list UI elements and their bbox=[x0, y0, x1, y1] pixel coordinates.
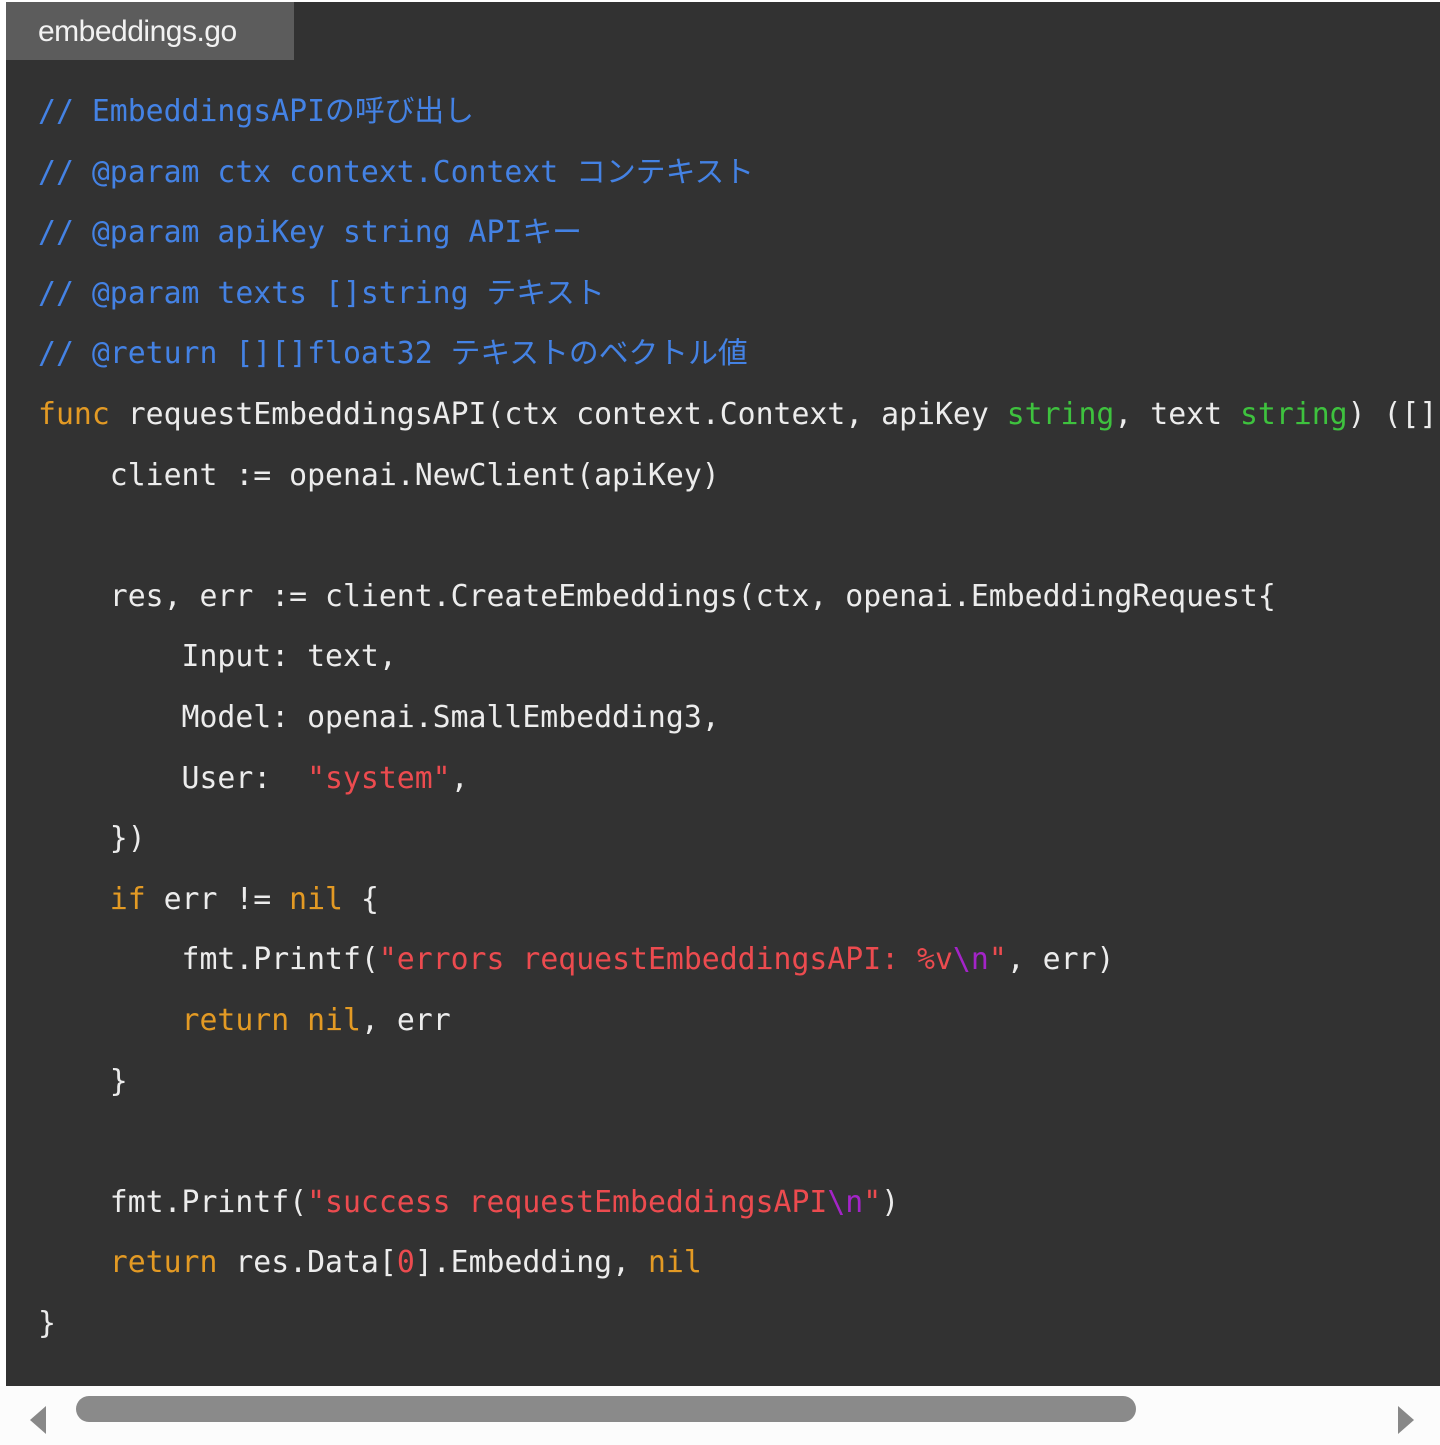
code-line: fmt.Printf("errors requestEmbeddingsAPI:… bbox=[38, 930, 1440, 991]
keyword-token: func bbox=[38, 396, 110, 432]
string-token: " bbox=[988, 942, 1007, 978]
code-line: // @param ctx context.Context コンテキスト bbox=[38, 143, 1440, 204]
code-text-token: res, err := client.CreateEmbeddings(ctx,… bbox=[38, 578, 1276, 614]
string-token: "errors requestEmbeddingsAPI: %v bbox=[378, 942, 953, 978]
code-line: return nil, err bbox=[38, 991, 1440, 1052]
keyword-token: return bbox=[181, 1002, 290, 1038]
code-line: } bbox=[38, 1052, 1440, 1113]
code-text-token: client := openai.NewClient(apiKey) bbox=[38, 457, 720, 493]
comment-token: // EmbeddingsAPIの呼び出し bbox=[38, 94, 475, 129]
escape-token: \n bbox=[827, 1184, 864, 1220]
code-text-token: } bbox=[38, 1305, 56, 1341]
code-text-token: { bbox=[343, 881, 379, 917]
code-text-token: ].Embedding, bbox=[414, 1245, 648, 1281]
keyword-token: nil bbox=[289, 881, 343, 917]
code-line: User: "system", bbox=[38, 749, 1440, 810]
keyword-token: if bbox=[109, 881, 146, 917]
type-token: string bbox=[1239, 396, 1348, 432]
comment-token: // @return [][]float32 テキストのベクトル値 bbox=[38, 336, 748, 372]
code-text-token: requestEmbeddingsAPI(ctx context.Context… bbox=[109, 396, 1007, 432]
code-line: Model: openai.SmallEmbedding3, bbox=[38, 688, 1440, 749]
code-text-token: Model: openai.SmallEmbedding3, bbox=[38, 699, 720, 735]
keyword-token: return bbox=[109, 1245, 218, 1281]
code-text-token: err != bbox=[145, 881, 290, 917]
string-token: " bbox=[863, 1184, 882, 1220]
code-line: res, err := client.CreateEmbeddings(ctx,… bbox=[38, 567, 1440, 628]
code-line: // @param texts []string テキスト bbox=[38, 264, 1440, 325]
keyword-token: nil bbox=[307, 1002, 361, 1038]
code-line: // @return [][]float32 テキストのベクトル値 bbox=[38, 324, 1440, 385]
escape-token: \n bbox=[952, 942, 989, 978]
comment-token: // @param ctx context.Context コンテキスト bbox=[38, 154, 755, 190]
code-line: func requestEmbeddingsAPI(ctx context.Co… bbox=[38, 385, 1440, 446]
comment-token: // @param apiKey string APIキー bbox=[38, 215, 582, 251]
horizontal-scrollbar[interactable] bbox=[0, 1386, 1440, 1445]
code-line: Input: text, bbox=[38, 627, 1440, 688]
code-text-token: , err bbox=[360, 1002, 451, 1038]
code-line: // @param apiKey string APIキー bbox=[38, 203, 1440, 264]
code-text-token: } bbox=[38, 1063, 128, 1099]
file-tab[interactable]: embeddings.go bbox=[6, 2, 294, 60]
code-text-token: res.Data[ bbox=[217, 1245, 397, 1281]
scroll-right-arrow-icon[interactable] bbox=[1398, 1406, 1414, 1434]
type-token: string bbox=[1006, 396, 1115, 432]
code-line: // EmbeddingsAPIの呼び出し bbox=[38, 82, 1440, 143]
keyword-token: nil bbox=[647, 1245, 702, 1281]
code-text-token: , err) bbox=[1006, 942, 1115, 978]
code-block: embeddings.go // EmbeddingsAPIの呼び出し // @p… bbox=[6, 2, 1440, 1386]
code-line: return res.Data[0].Embedding, nil bbox=[38, 1233, 1440, 1294]
code-text-token: }) bbox=[38, 821, 146, 857]
code-line: client := openai.NewClient(apiKey) bbox=[38, 446, 1440, 507]
code-line: } bbox=[38, 1294, 1440, 1355]
code-line: fmt.Printf("success requestEmbeddingsAPI… bbox=[38, 1173, 1440, 1234]
code-text-token: Input: text, bbox=[38, 639, 397, 675]
scroll-left-arrow-icon[interactable] bbox=[30, 1406, 46, 1434]
code-line: }) bbox=[38, 809, 1440, 870]
code-text-token: ) ([][]float32, error) { bbox=[1347, 396, 1440, 432]
number-token: 0 bbox=[396, 1245, 415, 1281]
code-text-token: , bbox=[450, 760, 469, 796]
code-content: // EmbeddingsAPIの呼び出し // @param ctx conte… bbox=[38, 82, 1440, 1354]
code-text-token: fmt.Printf( bbox=[38, 1184, 308, 1220]
code-text-token: User: bbox=[38, 760, 308, 796]
comment-token: // @param texts []string テキスト bbox=[38, 275, 605, 311]
string-token: "success requestEmbeddingsAPI bbox=[307, 1184, 828, 1220]
string-token: "system" bbox=[307, 760, 451, 796]
scrollbar-thumb[interactable] bbox=[76, 1396, 1136, 1422]
code-text-token: ) bbox=[881, 1184, 900, 1220]
code-line: if err != nil { bbox=[38, 870, 1440, 931]
code-text-token: , text bbox=[1114, 396, 1240, 432]
code-text-token: fmt.Printf( bbox=[38, 942, 379, 978]
